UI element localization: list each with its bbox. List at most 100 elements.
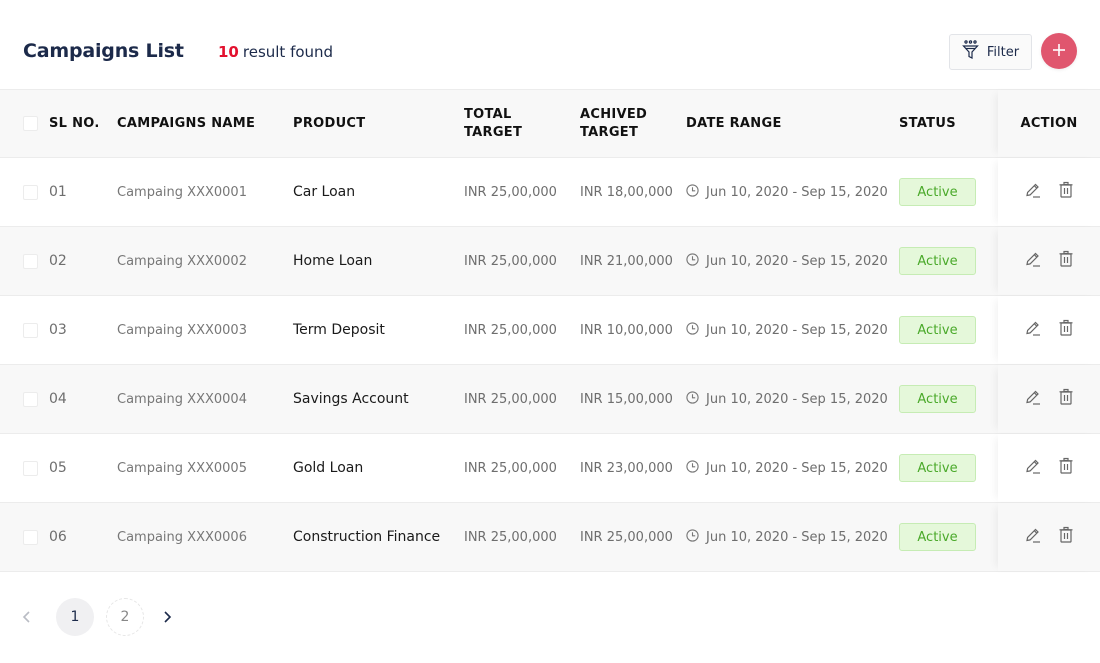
trash-icon: [1057, 526, 1075, 548]
page-button-2[interactable]: 2: [106, 598, 144, 636]
column-header-sl-no[interactable]: SL NO.: [49, 90, 100, 157]
delete-button[interactable]: [1057, 250, 1075, 272]
delete-button[interactable]: [1057, 457, 1075, 477]
edit-button[interactable]: [1024, 321, 1042, 339]
row-total-target: INR 25,00,000: [464, 322, 557, 338]
trash-icon: [1057, 181, 1075, 203]
row-product: Car Loan: [293, 184, 356, 200]
row-achieved-target: INR 10,00,000: [580, 322, 673, 338]
row-checkbox[interactable]: [23, 460, 38, 476]
column-header-total-target-line2: TARGET: [464, 124, 523, 140]
row-achieved-target: INR 21,00,000: [580, 253, 673, 269]
status-badge: Active: [899, 178, 976, 206]
row-achieved-target: INR 25,00,000: [580, 529, 673, 545]
row-campaign-name[interactable]: Campaing XXX0005: [117, 434, 247, 502]
row-total-target: INR 25,00,000: [464, 460, 557, 476]
table-row[interactable]: 01 Campaing XXX0001 Car Loan INR 25,00,0…: [0, 158, 1100, 227]
column-header-status[interactable]: STATUS: [899, 90, 956, 157]
row-sl-no: 06: [49, 529, 67, 545]
row-checkbox[interactable]: [23, 391, 38, 407]
edit-button[interactable]: [1024, 183, 1042, 201]
pencil-icon: [1024, 457, 1042, 479]
row-campaign-name[interactable]: Campaing XXX0002: [117, 227, 247, 295]
row-actions: [998, 296, 1100, 364]
row-date-text: Jun 10, 2020 - Sep 15, 2020: [706, 184, 888, 200]
campaigns-table: SL NO. CAMPAIGNS NAME PRODUCT TOTAL TARG…: [0, 89, 1100, 572]
column-header-date-range[interactable]: DATE RANGE: [686, 90, 782, 157]
row-checkbox[interactable]: [23, 529, 38, 545]
status-badge: Active: [899, 523, 976, 551]
row-sl-no: 01: [49, 184, 67, 200]
column-header-campaign-name[interactable]: CAMPAIGNS NAME: [117, 90, 255, 157]
delete-button[interactable]: [1057, 181, 1075, 203]
column-header-achieved-target-line1: ACHIVED: [580, 106, 648, 122]
filter-button[interactable]: Filter: [949, 34, 1032, 70]
chevron-left-icon: [18, 611, 34, 631]
clock-icon: [686, 183, 699, 201]
column-header-total-target-line1: TOTAL: [464, 106, 512, 122]
plus-icon: [1052, 42, 1066, 61]
row-actions: [998, 434, 1100, 502]
column-header-total-target[interactable]: TOTAL TARGET: [464, 90, 522, 157]
row-total-target: INR 25,00,000: [464, 253, 557, 269]
row-product: Term Deposit: [293, 322, 385, 338]
row-date-text: Jun 10, 2020 - Sep 15, 2020: [706, 253, 888, 269]
delete-button[interactable]: [1057, 388, 1075, 408]
row-checkbox[interactable]: [23, 184, 38, 200]
trash-icon: [1057, 319, 1075, 341]
select-all-checkbox[interactable]: [23, 116, 38, 131]
row-campaign-name[interactable]: Campaing XXX0006: [117, 503, 247, 571]
table-row[interactable]: 06 Campaing XXX0006 Construction Finance…: [0, 503, 1100, 572]
table-row[interactable]: 04 Campaing XXX0004 Savings Account INR …: [0, 365, 1100, 434]
row-date-text: Jun 10, 2020 - Sep 15, 2020: [706, 322, 888, 338]
column-header-product[interactable]: PRODUCT: [293, 90, 365, 157]
row-actions: [998, 503, 1100, 571]
table-row[interactable]: 03 Campaing XXX0003 Term Deposit INR 25,…: [0, 296, 1100, 365]
clock-icon: [686, 321, 699, 339]
filter-label: Filter: [986, 44, 1020, 60]
row-sl-no: 03: [49, 322, 67, 338]
row-date-range: Jun 10, 2020 - Sep 15, 2020: [686, 365, 888, 433]
row-date-text: Jun 10, 2020 - Sep 15, 2020: [706, 460, 888, 476]
pagination: 1 2: [0, 597, 300, 637]
next-page-button[interactable]: [160, 607, 176, 627]
status-badge: Active: [899, 316, 976, 344]
column-header-achieved-target-line2: TARGET: [580, 124, 639, 140]
row-sl-no: 02: [49, 253, 67, 269]
delete-button[interactable]: [1057, 526, 1075, 548]
page-button-1[interactable]: 1: [56, 598, 94, 636]
row-product: Construction Finance: [293, 529, 441, 545]
row-sl-no: 05: [49, 460, 67, 476]
row-total-target: INR 25,00,000: [464, 529, 557, 545]
row-sl-no: 04: [49, 391, 67, 407]
pencil-icon: [1024, 181, 1042, 203]
column-header-achieved-target[interactable]: ACHIVED TARGET: [580, 90, 647, 157]
edit-button[interactable]: [1024, 528, 1042, 546]
row-date-text: Jun 10, 2020 - Sep 15, 2020: [706, 529, 888, 545]
row-campaign-name[interactable]: Campaing XXX0001: [117, 158, 247, 226]
previous-page-button[interactable]: [18, 607, 34, 627]
edit-button[interactable]: [1024, 459, 1042, 477]
row-achieved-target: INR 18,00,000: [580, 184, 673, 200]
row-campaign-name[interactable]: Campaing XXX0004: [117, 365, 247, 433]
edit-button[interactable]: [1024, 252, 1042, 270]
row-campaign-name[interactable]: Campaing XXX0003: [117, 296, 247, 364]
row-total-target: INR 25,00,000: [464, 184, 557, 200]
row-date-range: Jun 10, 2020 - Sep 15, 2020: [686, 503, 888, 571]
edit-button[interactable]: [1024, 390, 1042, 408]
row-date-range: Jun 10, 2020 - Sep 15, 2020: [686, 227, 888, 295]
delete-button[interactable]: [1057, 319, 1075, 341]
page-header: Campaigns List 10 result found Filter: [0, 0, 1100, 90]
row-checkbox[interactable]: [23, 322, 38, 338]
table-row[interactable]: 02 Campaing XXX0002 Home Loan INR 25,00,…: [0, 227, 1100, 296]
row-product: Gold Loan: [293, 460, 364, 476]
pencil-icon: [1024, 250, 1042, 272]
add-campaign-button[interactable]: [1041, 33, 1077, 69]
row-product: Home Loan: [293, 253, 373, 269]
result-count: 10: [218, 43, 239, 61]
table-row[interactable]: 05 Campaing XXX0005 Gold Loan INR 25,00,…: [0, 434, 1100, 503]
trash-icon: [1057, 250, 1075, 272]
row-date-text: Jun 10, 2020 - Sep 15, 2020: [706, 391, 888, 407]
row-checkbox[interactable]: [23, 253, 38, 269]
row-actions: [998, 158, 1100, 226]
